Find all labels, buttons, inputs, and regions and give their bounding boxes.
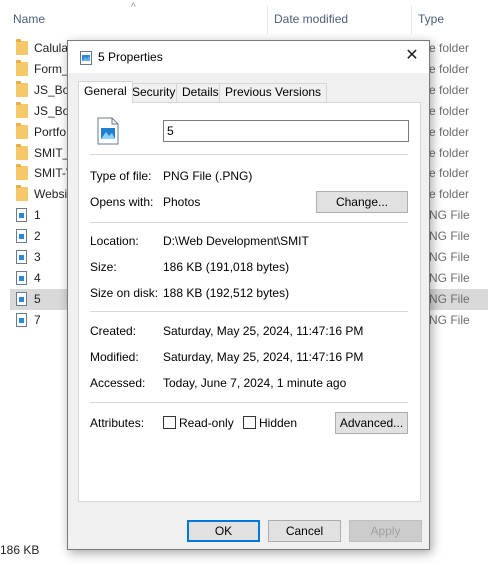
file-type: NG File <box>429 229 470 244</box>
modified-value: Saturday, May 25, 2024, 11:47:16 PM <box>163 350 364 364</box>
read-only-checkbox[interactable] <box>163 416 176 429</box>
file-type: NG File <box>429 291 470 306</box>
png-file-icon <box>80 51 92 68</box>
close-button[interactable]: ✕ <box>395 41 429 73</box>
change-button[interactable]: Change... <box>316 191 408 213</box>
dialog-title: 5 Properties <box>98 50 163 64</box>
file-type: NG File <box>429 270 470 285</box>
accessed-value: Today, June 7, 2024, 1 minute ago <box>163 376 347 390</box>
file-name-input[interactable] <box>163 120 409 142</box>
divider <box>90 154 408 155</box>
size-on-disk-value: 188 KB (192,512 bytes) <box>163 286 290 300</box>
file-name: 7 <box>34 312 41 327</box>
column-header-date-modified[interactable]: Date modified <box>274 12 348 26</box>
type-of-file-value: PNG File (.PNG) <box>163 169 253 183</box>
modified-label: Modified: <box>90 350 139 364</box>
hidden-checkbox[interactable] <box>243 416 256 429</box>
folder-icon <box>16 80 28 97</box>
file-name: Form_ <box>34 61 69 76</box>
location-label: Location: <box>90 234 139 248</box>
folder-icon <box>16 164 28 181</box>
properties-dialog: 5 Properties ✕ General Security Details … <box>67 40 430 550</box>
tab-previous-versions[interactable]: Previous Versions <box>219 83 328 102</box>
column-divider[interactable] <box>267 6 268 34</box>
tab-general[interactable]: General <box>78 81 133 103</box>
file-name: 2 <box>34 229 41 244</box>
size-on-disk-label: Size on disk: <box>90 286 159 300</box>
file-type: e folder <box>429 145 470 160</box>
file-type: e folder <box>429 82 470 97</box>
opens-with-value: Photos <box>163 195 201 209</box>
sort-caret-icon[interactable]: ^ <box>131 2 136 13</box>
folder-icon <box>16 185 28 202</box>
file-name: 3 <box>34 250 41 264</box>
file-type: e folder <box>429 166 470 181</box>
hidden-label[interactable]: Hidden <box>259 416 297 430</box>
png-file-icon <box>16 270 27 285</box>
column-header-name[interactable]: Name <box>13 12 45 26</box>
tab-details[interactable]: Details <box>176 83 225 102</box>
divider <box>90 402 408 403</box>
file-image-icon <box>97 117 119 145</box>
file-type: e folder <box>429 124 470 139</box>
tab-security[interactable]: Security <box>126 83 182 102</box>
general-tab-panel: Type of file: PNG File (.PNG) Opens with… <box>78 102 421 502</box>
apply-button[interactable]: Apply <box>349 520 422 542</box>
column-header-type[interactable]: Type <box>418 12 444 26</box>
png-file-icon <box>16 291 27 306</box>
created-value: Saturday, May 25, 2024, 11:47:16 PM <box>163 324 364 338</box>
file-type: NG File <box>429 312 470 327</box>
folder-icon <box>16 101 28 118</box>
png-file-icon <box>16 312 27 327</box>
type-of-file-label: Type of file: <box>90 169 152 183</box>
cancel-button[interactable]: Cancel <box>268 520 341 542</box>
column-divider[interactable] <box>411 6 412 34</box>
created-label: Created: <box>90 324 137 338</box>
file-type: e folder <box>429 103 470 118</box>
location-value: D:\Web Development\SMIT <box>163 234 309 248</box>
file-type: e folder <box>429 61 470 76</box>
size-label: Size: <box>90 260 117 274</box>
file-name: 4 <box>34 270 41 285</box>
file-name: Websit <box>34 187 71 202</box>
folder-icon <box>16 143 28 160</box>
png-file-icon <box>16 208 27 223</box>
folder-icon <box>16 122 28 139</box>
file-name: 5 <box>34 291 41 306</box>
read-only-label[interactable]: Read-only <box>179 416 234 430</box>
attributes-label: Attributes: <box>90 416 145 430</box>
divider <box>90 311 408 312</box>
png-file-icon <box>16 229 27 244</box>
file-type: NG File <box>429 208 470 223</box>
file-name: Calula <box>34 41 69 55</box>
ok-button[interactable]: OK <box>187 520 260 542</box>
opens-with-label: Opens with: <box>90 195 154 209</box>
folder-icon <box>16 59 28 76</box>
divider <box>90 222 408 223</box>
dialog-titlebar[interactable]: 5 Properties ✕ <box>68 41 429 73</box>
file-type: e folder <box>429 187 470 202</box>
file-name: 1 <box>34 208 41 223</box>
folder-icon <box>16 39 28 55</box>
status-bar-size: 186 KB <box>0 543 40 557</box>
file-type: NG File <box>429 250 470 264</box>
png-file-icon <box>16 250 27 264</box>
size-value: 186 KB (191,018 bytes) <box>163 260 290 274</box>
advanced-button[interactable]: Advanced... <box>335 412 408 434</box>
file-name: Portfo <box>34 124 67 139</box>
file-type: e folder <box>429 41 470 55</box>
accessed-label: Accessed: <box>90 376 146 390</box>
